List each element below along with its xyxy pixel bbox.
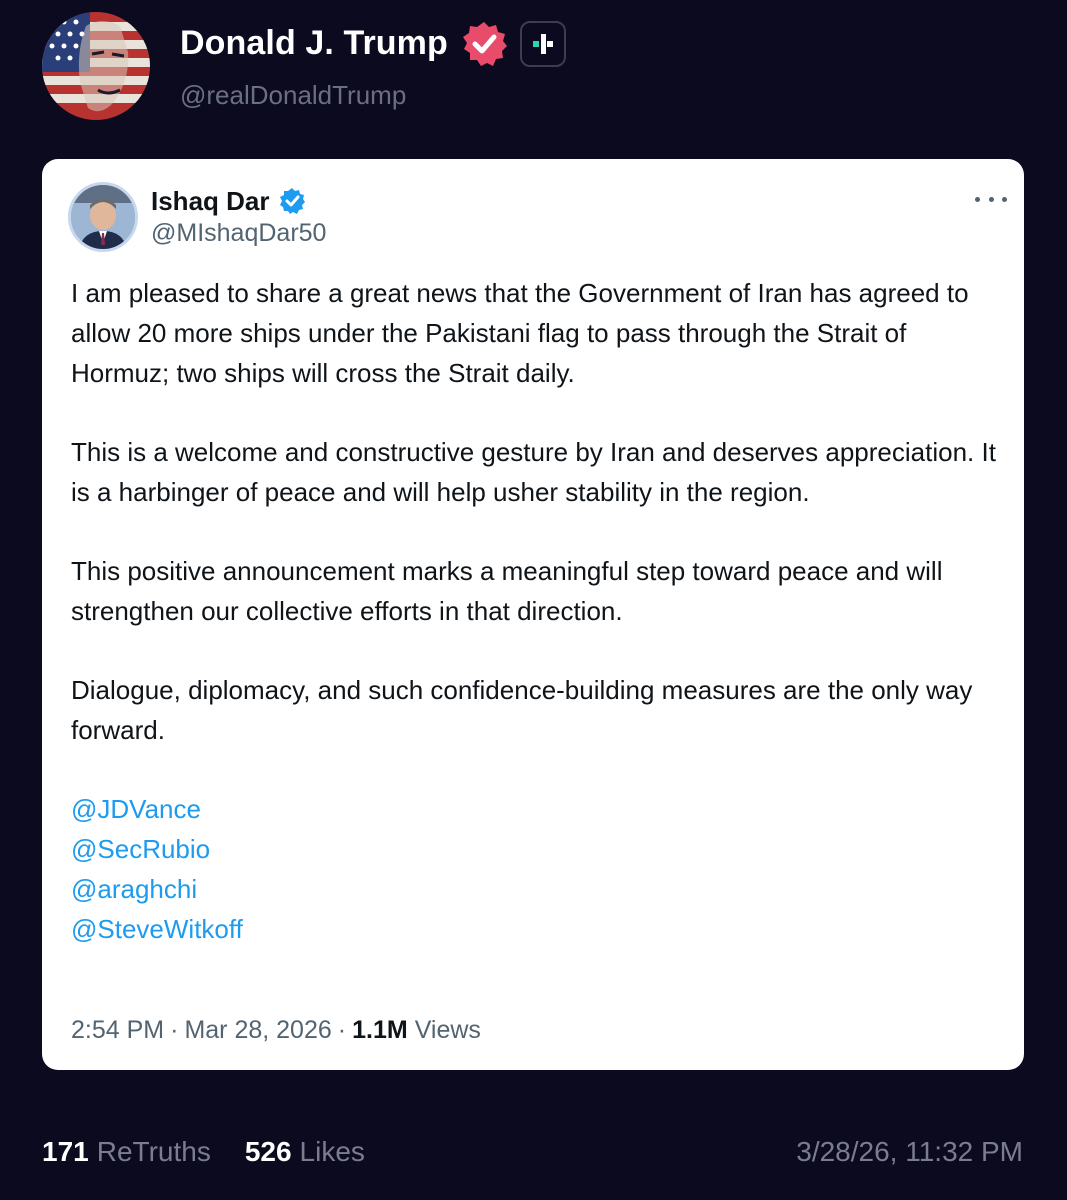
meta-separator: · bbox=[337, 1015, 347, 1044]
meta-separator: · bbox=[170, 1015, 179, 1044]
mention-list: @JDVance @SecRubio @araghchi @SteveWitko… bbox=[71, 789, 1011, 949]
likes-label[interactable]: Likes bbox=[300, 1136, 365, 1168]
post-paragraph: This is a welcome and constructive gestu… bbox=[71, 437, 996, 507]
quoted-post-card[interactable]: Ishaq Dar @MIshaqDar50 I am pleased to s… bbox=[42, 159, 1024, 1070]
views-label: Views bbox=[414, 1015, 481, 1044]
dot-icon bbox=[1002, 196, 1007, 202]
author-display-name[interactable]: Donald J. Trump bbox=[180, 24, 448, 63]
post-date[interactable]: Mar 28, 2026 bbox=[184, 1016, 331, 1045]
dot-icon bbox=[988, 196, 994, 202]
quoted-post-meta: 2:54 PM · Mar 28, 2026 · 1.1M Views bbox=[71, 1012, 481, 1048]
author-handle[interactable]: @realDonaldTrump bbox=[180, 80, 566, 111]
mention-link[interactable]: @araghchi bbox=[71, 869, 1011, 909]
dot-icon bbox=[975, 196, 980, 202]
blue-verified-icon bbox=[278, 187, 306, 215]
more-options-icon[interactable] bbox=[975, 189, 1007, 209]
quoted-author-avatar[interactable] bbox=[68, 182, 138, 252]
flag-portrait-icon bbox=[42, 12, 150, 120]
post-timestamp: 3/28/26, 11:32 PM bbox=[796, 1136, 1023, 1167]
post-header: Donald J. Trump @realDonaldTrump bbox=[42, 12, 566, 120]
post-paragraph: Dialogue, diplomacy, and such confidence… bbox=[71, 675, 973, 745]
post-stats: 171 ReTruths 526 Likes bbox=[42, 1132, 365, 1172]
quoted-author-handle[interactable]: @MIshaqDar50 bbox=[151, 219, 326, 248]
mention-link[interactable]: @SteveWitkoff bbox=[71, 909, 1011, 949]
views-count: 1.1M bbox=[352, 1015, 408, 1044]
mention-link[interactable]: @SecRubio bbox=[71, 829, 1011, 869]
quoted-post-text: I am pleased to share a great news that … bbox=[71, 273, 1011, 949]
retruths-count[interactable]: 171 bbox=[42, 1136, 89, 1168]
quoted-author-name[interactable]: Ishaq Dar bbox=[151, 186, 270, 217]
plus-badge-icon[interactable] bbox=[519, 20, 566, 67]
likes-count[interactable]: 526 bbox=[245, 1136, 292, 1168]
author-avatar[interactable] bbox=[42, 12, 150, 120]
portrait-icon bbox=[71, 185, 135, 249]
mention-link[interactable]: @JDVance bbox=[71, 789, 1011, 829]
post-paragraph: I am pleased to share a great news that … bbox=[71, 278, 969, 388]
post-paragraph: This positive announcement marks a meani… bbox=[71, 556, 943, 626]
post-time[interactable]: 2:54 PM bbox=[71, 1016, 164, 1045]
retruths-label[interactable]: ReTruths bbox=[97, 1136, 211, 1168]
verified-badge-icon bbox=[460, 20, 508, 68]
